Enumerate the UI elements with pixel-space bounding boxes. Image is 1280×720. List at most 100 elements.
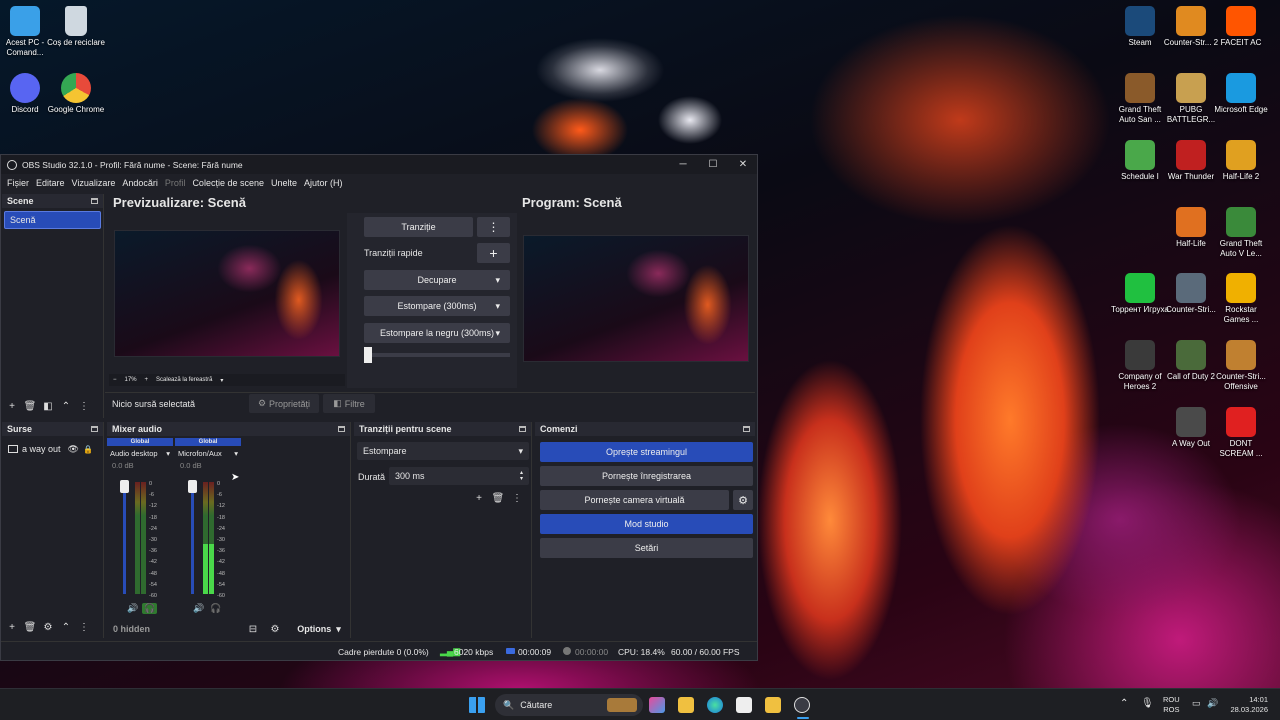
desktop-icon-chrome[interactable]: Google Chrome xyxy=(47,73,105,115)
options-button[interactable]: Options ▾ xyxy=(289,621,349,637)
undock-icon[interactable] xyxy=(91,198,98,204)
transition-select[interactable]: Estompare ▾ xyxy=(357,442,529,460)
quick-transition-fade-black[interactable]: Estompare la negru (300ms) ▾ xyxy=(364,323,510,343)
desktop-icon-this-pc[interactable]: Acest PC - Comand... xyxy=(0,6,54,58)
volume-slider[interactable] xyxy=(120,480,129,594)
duration-spinbox[interactable]: 300 ms ▴ ▾ xyxy=(389,467,529,485)
menu-docks[interactable]: Andocări xyxy=(122,178,158,188)
desktop-icon-discord[interactable]: Discord xyxy=(0,73,54,115)
trash-icon[interactable]: 🗑 xyxy=(22,399,38,413)
quick-transition-fade[interactable]: Estompare (300ms) ▾ xyxy=(364,296,510,316)
menu-scene-collection[interactable]: Colecție de scene xyxy=(192,178,264,188)
speaker-icon[interactable]: 🔊 xyxy=(193,603,204,614)
windows-start-icon[interactable] xyxy=(469,697,485,713)
desktop-icon[interactable]: Steam xyxy=(1111,6,1169,48)
search-box[interactable]: 🔍 Căutare xyxy=(495,694,643,716)
t-bar-slider[interactable] xyxy=(364,347,510,363)
more-icon[interactable]: ⋮ xyxy=(509,491,525,505)
trash-icon[interactable]: 🗑 xyxy=(490,491,506,505)
add-quick-transition-button[interactable]: + xyxy=(477,243,510,263)
store-icon[interactable] xyxy=(736,697,752,713)
channel-name[interactable]: Audio desktop ▾ xyxy=(107,449,173,458)
start-recording-button[interactable]: Pornește înregistrarea xyxy=(540,466,753,486)
edge-icon[interactable] xyxy=(707,697,723,713)
clock[interactable]: 14:01 28.03.2026 xyxy=(1226,695,1268,715)
lock-icon[interactable]: 🔒 xyxy=(83,445,93,454)
more-icon[interactable]: ⋮ xyxy=(76,399,92,413)
undock-icon[interactable] xyxy=(338,426,345,432)
close-button[interactable]: ✕ xyxy=(728,155,758,174)
virtual-camera-settings-button[interactable]: ⚙ xyxy=(733,490,753,510)
notes-app-icon[interactable] xyxy=(765,697,781,713)
add-icon[interactable]: + xyxy=(4,399,20,413)
headphones-icon[interactable]: 🎧 xyxy=(142,603,158,614)
undock-icon[interactable] xyxy=(743,426,750,432)
obs-taskbar-icon[interactable] xyxy=(794,697,810,713)
language-indicator[interactable]: ROU ROS xyxy=(1163,695,1180,715)
menu-view[interactable]: Vizualizare xyxy=(72,178,116,188)
desktop-icon[interactable]: Microsoft Edge xyxy=(1212,73,1270,115)
chevron-down-icon[interactable]: ▾ xyxy=(220,377,223,384)
move-up-icon[interactable]: ⌃ xyxy=(58,620,74,634)
maximize-button[interactable]: ☐ xyxy=(698,155,728,174)
trash-icon[interactable]: 🗑 xyxy=(22,620,38,634)
network-icon[interactable]: ▭ xyxy=(1192,698,1201,709)
desktop-icon[interactable]: DONT SCREAM ... xyxy=(1212,407,1270,459)
spin-arrows-icon[interactable]: ▴ ▾ xyxy=(520,470,523,482)
channel-name[interactable]: Microfon/Aux ▾ xyxy=(175,449,241,458)
transition-button[interactable]: Tranziție xyxy=(364,217,473,237)
transition-more-button[interactable]: ⋮ xyxy=(477,217,510,237)
desktop-icon[interactable]: FACEIT AC xyxy=(1212,6,1270,48)
studio-mode-button[interactable]: Mod studio xyxy=(540,514,753,534)
properties-button[interactable]: ⚙ Proprietăți xyxy=(249,394,319,413)
desktop-icon[interactable]: Company of Heroes 2 xyxy=(1111,340,1169,392)
microphone-icon[interactable]: 🎙 xyxy=(1141,698,1154,709)
headphones-icon[interactable]: 🎧 xyxy=(210,603,221,614)
title-bar[interactable]: OBS Studio 32.1.0 - Profil: Fără nume - … xyxy=(1,155,757,174)
more-icon[interactable]: ⋮ xyxy=(76,620,92,634)
tray-chevron-icon[interactable]: ⌃ xyxy=(1120,698,1128,709)
scale-to-window-select[interactable]: Scalează la fereastră xyxy=(156,377,212,383)
desktop-icon-recycle-bin[interactable]: Coș de reciclare xyxy=(47,6,105,48)
source-item[interactable]: a way out 👁 🔒 xyxy=(2,442,103,456)
menu-help[interactable]: Ajutor (H) xyxy=(304,178,343,188)
advanced-audio-icon[interactable]: ⚙ xyxy=(267,622,283,636)
menu-edit[interactable]: Editare xyxy=(36,178,65,188)
move-up-icon[interactable]: ⌃ xyxy=(58,399,74,413)
filters-button[interactable]: ◧ Filtre xyxy=(323,394,375,413)
desktop-icon[interactable]: Grand Theft Auto V Le... xyxy=(1212,207,1270,259)
volume-slider-handle[interactable] xyxy=(120,480,129,493)
filter-icon[interactable]: ◧ xyxy=(40,399,56,413)
widgets-icon[interactable] xyxy=(649,697,665,713)
preview-canvas[interactable] xyxy=(114,230,340,357)
desktop-icon[interactable]: Торрент Игруха xyxy=(1111,273,1169,315)
gear-icon[interactable]: ⚙ xyxy=(40,620,56,634)
volume-slider-handle[interactable] xyxy=(188,480,197,493)
undock-icon[interactable] xyxy=(91,426,98,432)
volume-slider[interactable] xyxy=(188,480,197,594)
start-virtual-camera-button[interactable]: Pornește camera virtuală xyxy=(540,490,729,510)
desktop-icon[interactable]: Schedule I xyxy=(1111,140,1169,182)
desktop-icon[interactable]: Rockstar Games ... xyxy=(1212,273,1270,325)
scene-item[interactable]: Scenă xyxy=(4,211,101,229)
eye-icon[interactable]: 👁 xyxy=(68,444,79,455)
add-icon[interactable]: + xyxy=(471,491,487,505)
minimize-button[interactable]: ─ xyxy=(668,155,698,174)
layout-icon[interactable]: ⊟ xyxy=(245,622,261,636)
menu-tools[interactable]: Unelte xyxy=(271,178,297,188)
stop-streaming-button[interactable]: Oprește streamingul xyxy=(540,442,753,462)
desktop-icon[interactable]: Counter-Stri... Offensive xyxy=(1212,340,1270,392)
menu-file[interactable]: Fișier xyxy=(7,178,29,188)
file-explorer-icon[interactable] xyxy=(678,697,694,713)
undock-icon[interactable] xyxy=(519,426,526,432)
settings-button[interactable]: Setări xyxy=(540,538,753,558)
volume-icon[interactable]: 🔊 xyxy=(1207,698,1218,709)
menu-profile[interactable]: Profil xyxy=(165,178,186,188)
zoom-out-button[interactable]: − xyxy=(113,377,117,383)
desktop-icon[interactable]: Half-Life 2 xyxy=(1212,140,1270,182)
zoom-in-button[interactable]: + xyxy=(145,377,149,383)
add-icon[interactable]: + xyxy=(4,620,20,634)
t-bar-handle[interactable] xyxy=(364,347,372,363)
speaker-icon[interactable]: 🔊 xyxy=(127,603,138,614)
quick-transition-cut[interactable]: Decupare ▾ xyxy=(364,270,510,290)
